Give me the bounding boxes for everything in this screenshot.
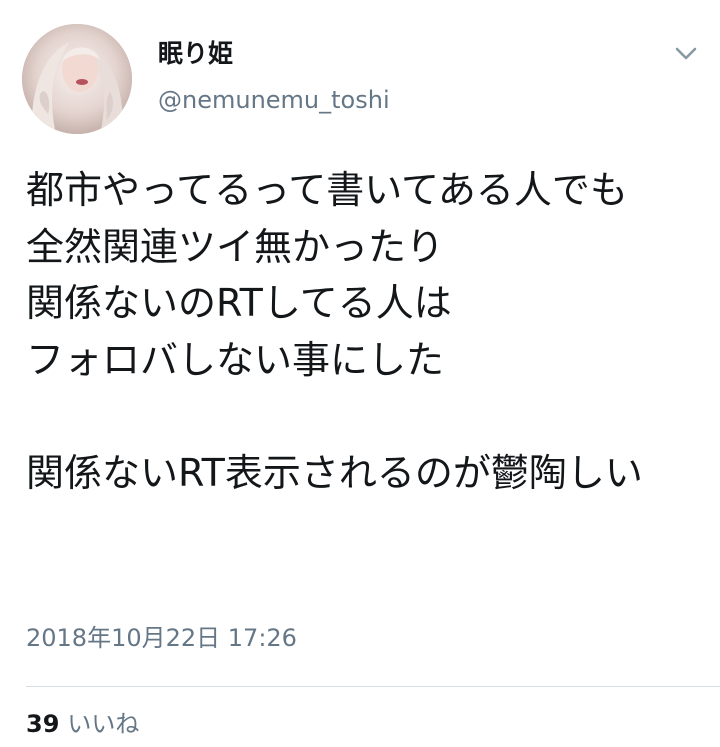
likes-count: 39 (26, 710, 60, 738)
avatar[interactable] (22, 24, 132, 134)
author-display-name[interactable]: 眠り姫 (158, 38, 233, 70)
tweet-card: 眠り姫 @nemunemu_toshi 都市やってるって書いてある人でも 全然関… (0, 0, 720, 747)
divider (26, 686, 720, 687)
avatar-image (22, 24, 132, 134)
tweet-timestamp[interactable]: 2018年10月22日 17:26 (26, 622, 297, 654)
author-handle[interactable]: @nemunemu_toshi (158, 84, 390, 116)
likes-label: いいね (67, 710, 140, 738)
tweet-text: 都市やってるって書いてある人でも 全然関連ツイ無かったり 関係ないのRTしてる人… (26, 168, 643, 495)
likes-stat[interactable]: 39 いいね (26, 708, 139, 740)
chevron-down-icon[interactable] (672, 42, 700, 64)
